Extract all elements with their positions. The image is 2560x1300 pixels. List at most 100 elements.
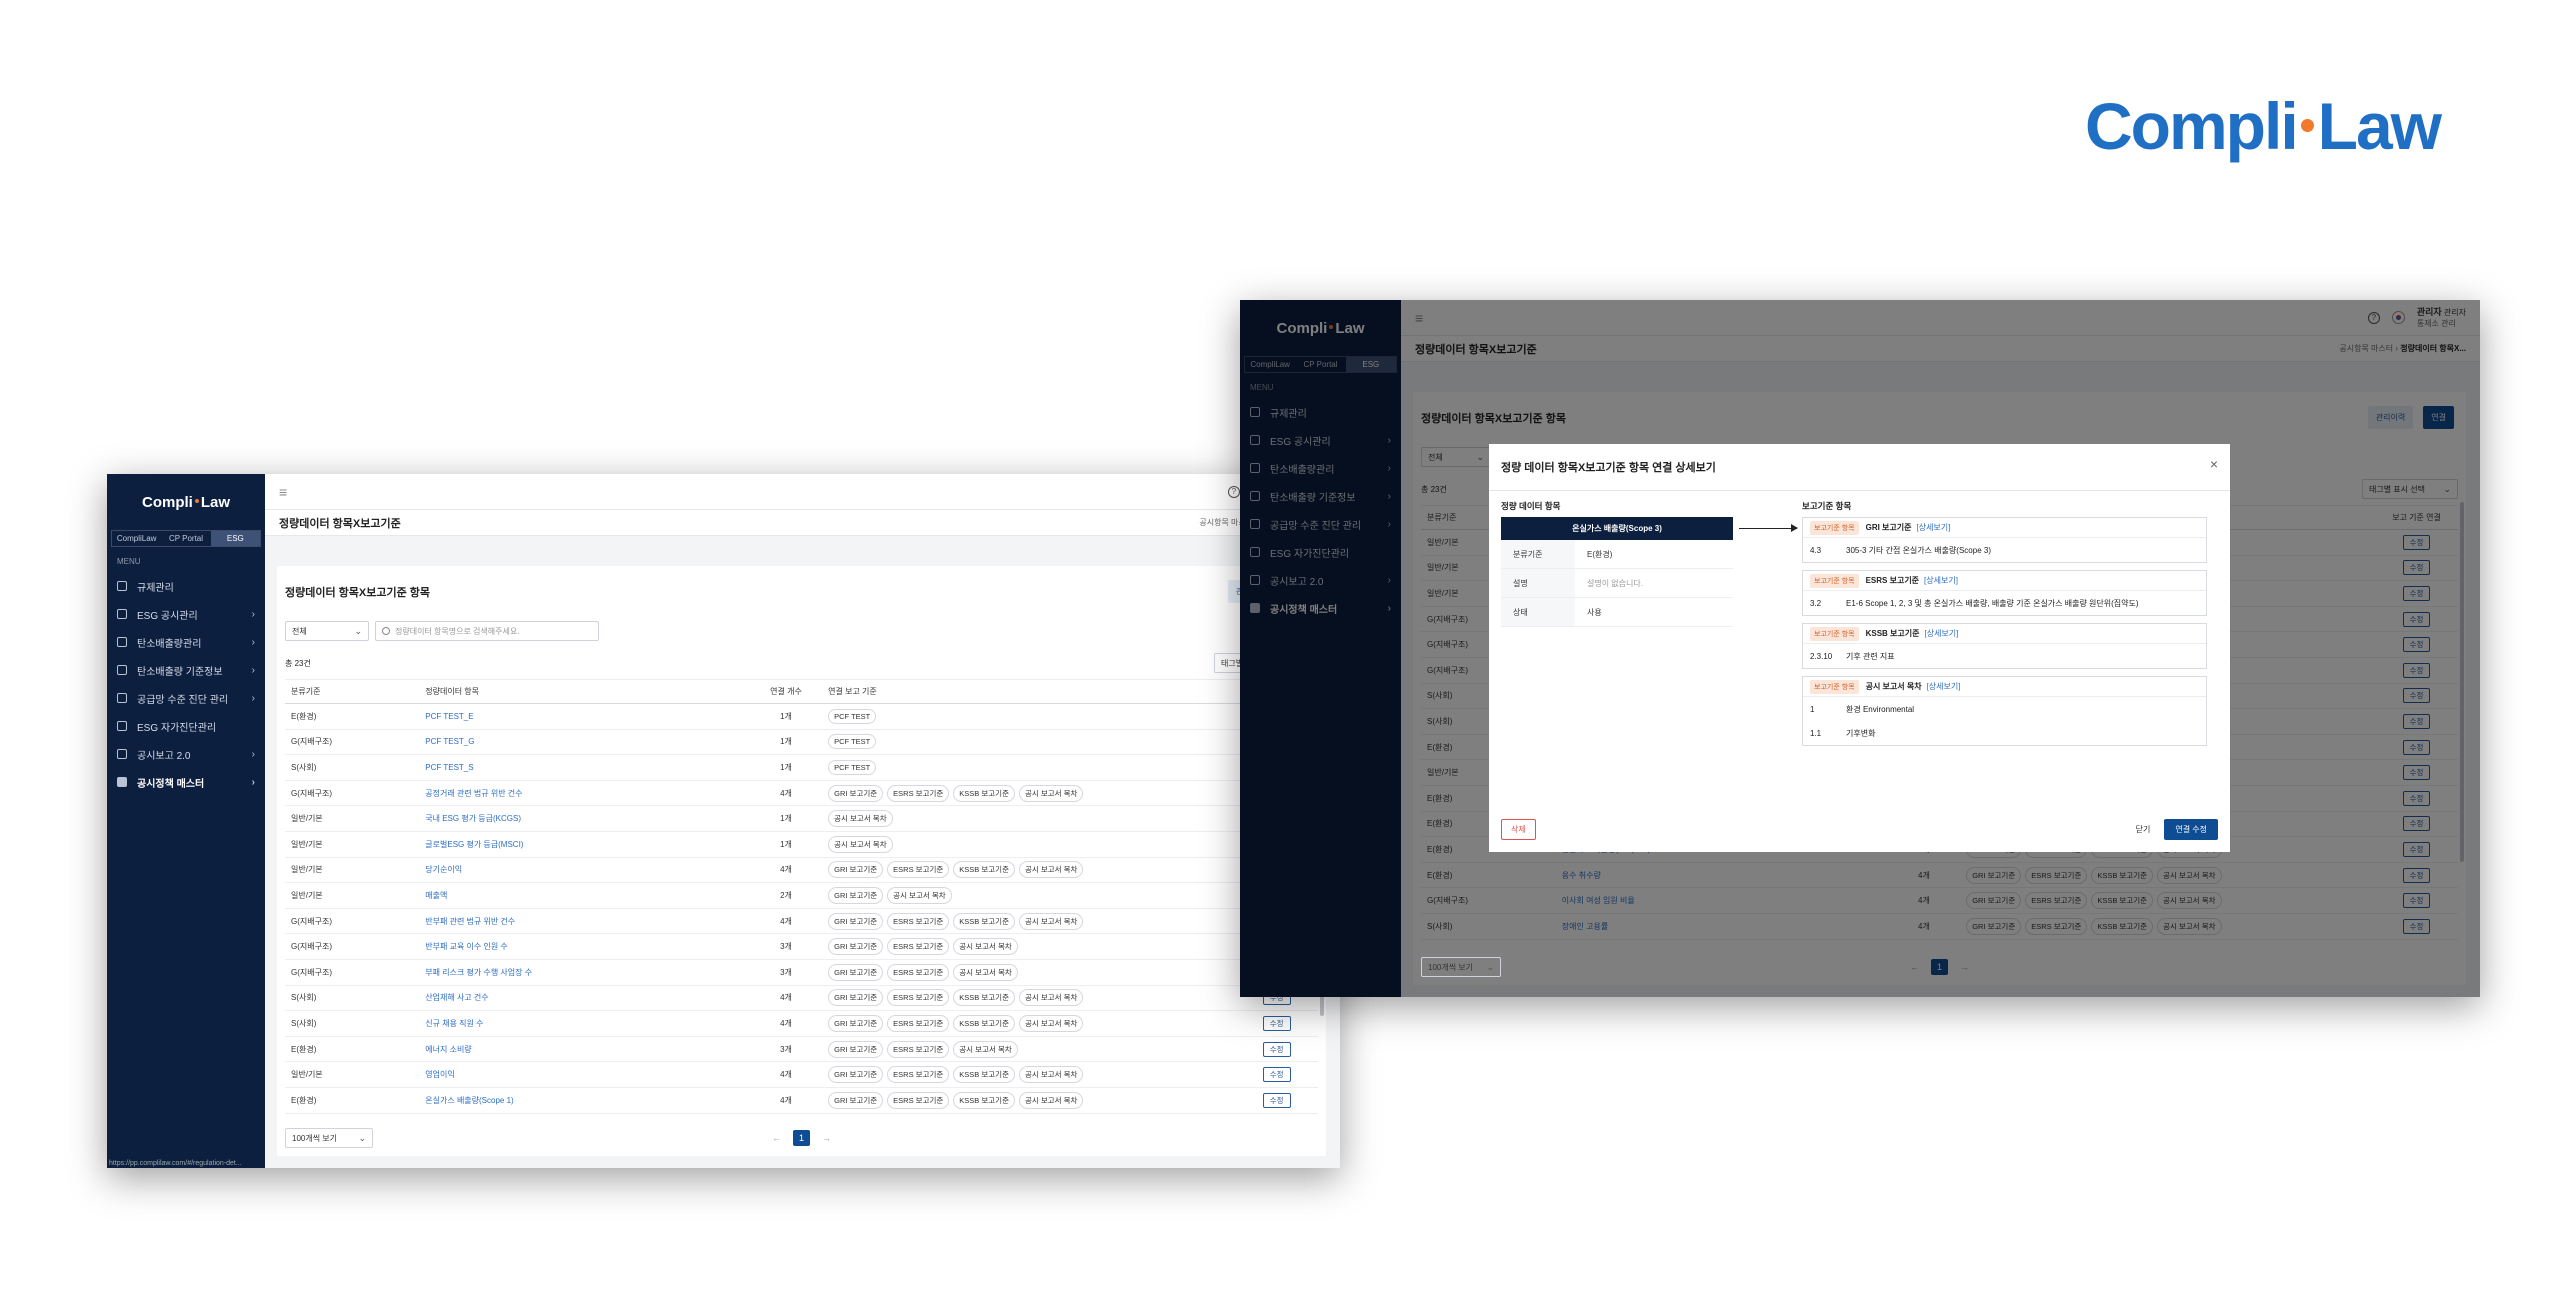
count-cell: 3개 bbox=[749, 959, 823, 986]
sidebar-item-6[interactable]: 공시보고 2.0 › bbox=[107, 740, 265, 768]
prev-page-icon[interactable]: ← bbox=[772, 1133, 781, 1143]
table-row: S(사회) 산업재해 사고 건수 4개 GRI 보고기준 ESRS 보고기준 KSSB 보… bbox=[285, 985, 1318, 1012]
column-header: 정량데이터 항목 bbox=[419, 679, 750, 704]
main-area: ≡?관리자 관리자통제소 관리정량데이터 항목X보고기준공시항목 마스터 › 정… bbox=[265, 474, 1340, 1168]
standards-cell: 공시 보고서 목차 bbox=[822, 805, 1236, 832]
item-link[interactable]: 매출액 bbox=[419, 882, 750, 909]
app-window-modal: CompliLawCompliLawCP PortalESGMENU규제관리ES… bbox=[1240, 300, 2480, 997]
sidebar-item-3[interactable]: 탄소배출량 기준정보 › bbox=[107, 656, 265, 684]
item-link[interactable]: 부패 리스크 평가 수행 사업장 수 bbox=[419, 959, 750, 986]
standard-tag: 공시 보고서 목차 bbox=[1018, 1091, 1084, 1109]
item-link[interactable]: 산업재해 사고 건수 bbox=[419, 985, 750, 1012]
standard-tag: ESRS 보고기준 bbox=[887, 861, 950, 879]
item-link[interactable]: 글로벌ESG 평가 등급(MSCI) bbox=[419, 831, 750, 858]
sidebar-item-7[interactable]: 공시정책 매스터 › bbox=[107, 768, 265, 796]
standard-tag: GRI 보고기준 bbox=[828, 1014, 884, 1032]
count-cell: 1개 bbox=[749, 729, 823, 756]
edit-button[interactable]: 수정 bbox=[1262, 1067, 1291, 1083]
category-cell: S(사회) bbox=[285, 985, 420, 1012]
standard-row: 2.3.10 기후 관련 지표 bbox=[1810, 651, 1895, 661]
detail-link[interactable]: [상세보기] bbox=[1924, 575, 1958, 586]
sidebar-tabs: CompliLawCP PortalESG bbox=[111, 530, 261, 547]
sidebar-tab-2[interactable]: ESG bbox=[210, 531, 260, 546]
sidebar-tab-0[interactable]: CompliLaw bbox=[112, 531, 161, 546]
detail-link[interactable]: [상세보기] bbox=[1927, 681, 1961, 692]
item-link[interactable]: 반부패 교육 이수 인원 수 bbox=[419, 933, 750, 960]
standard-tag: KSSB 보고기준 bbox=[953, 784, 1015, 802]
search-input[interactable]: 정량데이터 항목명으로 검색해주세요. bbox=[375, 621, 599, 641]
edit-button[interactable]: 수정 bbox=[1262, 1092, 1291, 1108]
standard-tag: PCF TEST bbox=[828, 759, 877, 775]
standard-row: 1 환경 Environmental bbox=[1810, 704, 1915, 714]
count-cell: 3개 bbox=[749, 1036, 823, 1063]
standard-tag: ESRS 보고기준 bbox=[887, 963, 950, 981]
item-link[interactable]: 에너지 소비량 bbox=[419, 1036, 750, 1063]
page-number[interactable]: 1 bbox=[792, 1130, 810, 1146]
report-icon bbox=[117, 749, 127, 759]
count-cell: 1개 bbox=[749, 703, 823, 730]
item-link[interactable]: 공정거래 관련 법규 위반 건수 bbox=[419, 780, 750, 807]
item-link[interactable]: 영업이익 bbox=[419, 1061, 750, 1088]
standard-row: 3.2 E1-6 Scope 1, 2, 3 및 총 온실가스 배출량, 배출량 … bbox=[1810, 598, 2139, 608]
arrow-right-icon bbox=[1739, 522, 1798, 534]
category-cell: S(사회) bbox=[285, 1010, 420, 1037]
sidebar-item-0[interactable]: 규제관리 bbox=[107, 572, 265, 600]
sidebar-item-4[interactable]: 공급망 수준 진단 관리 › bbox=[107, 684, 265, 712]
table-row: G(지배구조) 반부패 교육 이수 인원 수 3개 GRI 보고기준 ESRS 보고기준… bbox=[285, 933, 1318, 960]
standards-cell: GRI 보고기준ESRS 보고기준KSSB 보고기준공시 보고서 목차 bbox=[822, 985, 1236, 1012]
item-link[interactable]: 온실가스 배출량(Scope 1) bbox=[419, 1087, 750, 1114]
standard-tag: GRI 보고기준 bbox=[828, 861, 884, 879]
category-select[interactable]: 전체⌄ bbox=[285, 621, 369, 641]
total-count: 총 23건 bbox=[285, 658, 311, 668]
next-page-icon[interactable]: → bbox=[822, 1133, 831, 1143]
item-link[interactable]: 신규 채용 직원 수 bbox=[419, 1010, 750, 1037]
sidebar-item-label: 공시보고 2.0 bbox=[137, 750, 191, 762]
standards-cell: PCF TEST bbox=[822, 729, 1236, 756]
item-link[interactable]: PCF TEST_G bbox=[419, 729, 750, 756]
delete-button[interactable]: 삭제 bbox=[1501, 819, 1536, 840]
close-button[interactable]: 닫기 bbox=[2136, 824, 2151, 835]
menu-header: MENU bbox=[117, 557, 141, 566]
per-page-select[interactable]: 100개씩 보기 ⌄ bbox=[285, 1128, 373, 1148]
standard-tag: GRI 보고기준 bbox=[828, 989, 884, 1007]
sidebar-tab-1[interactable]: CP Portal bbox=[161, 531, 210, 546]
top-bar: ≡?관리자 관리자통제소 관리 bbox=[265, 474, 1340, 510]
detail-link[interactable]: [상세보기] bbox=[1916, 522, 1950, 533]
category-cell: G(지배구조) bbox=[285, 780, 420, 807]
status-url: https://pp.complilaw.com/#/regulation-de… bbox=[107, 1159, 244, 1168]
standards-cell: GRI 보고기준 ESRS 보고기준 공시 보고서 목차 bbox=[822, 959, 1236, 986]
master-icon bbox=[117, 777, 127, 787]
item-link[interactable]: PCF TEST_E bbox=[419, 703, 750, 730]
hamburger-icon[interactable]: ≡ bbox=[279, 484, 287, 500]
item-link[interactable]: 국내 ESG 평가 등급(KCGS) bbox=[419, 805, 750, 832]
item-link[interactable]: PCF TEST_S bbox=[419, 754, 750, 781]
item-link[interactable]: 반부패 관련 법규 위반 건수 bbox=[419, 908, 750, 935]
help-icon[interactable]: ? bbox=[1227, 485, 1240, 498]
per-page-select[interactable]: 100개씩 보기 ⌄ bbox=[1421, 957, 1501, 977]
standard-tag: GRI 보고기준 bbox=[828, 963, 884, 981]
category-cell: G(지배구조) bbox=[285, 908, 420, 935]
standard-tag: 공시 보고서 목차 bbox=[1018, 912, 1084, 930]
standard-badge: 보고기준 항목 bbox=[1810, 626, 1859, 641]
edit-button[interactable]: 수정 bbox=[1262, 1015, 1291, 1031]
section-label: 정량 데이터 항목 bbox=[1501, 501, 1561, 511]
quant-item-panel: 정량 데이터 항목 온실가스 배출량(Scope 3) 분류기준 E(환경) 설명 설명이… bbox=[1501, 500, 1733, 627]
edit-button[interactable]: 수정 bbox=[1262, 1041, 1291, 1057]
standard-tag: 공시 보고서 목차 bbox=[1018, 784, 1084, 802]
showcase-stage: Compli Law Compli Law CompliLaw CP Portal ESG… bbox=[0, 0, 2560, 1300]
sidebar-item-5[interactable]: ESG 자가진단관리 bbox=[107, 712, 265, 740]
count-cell: 1개 bbox=[749, 831, 823, 858]
item-link[interactable]: 당기순이익 bbox=[419, 857, 750, 884]
table-row: G(지배구조) 반부패 관련 법규 위반 건수 4개 GRI 보고기준 ESRS 보고기… bbox=[285, 908, 1318, 935]
sidebar-item-2[interactable]: 탄소배출량관리 › bbox=[107, 628, 265, 656]
sidebar-item-1[interactable]: ESG 공시관리 › bbox=[107, 600, 265, 628]
count-cell: 4개 bbox=[749, 780, 823, 807]
detail-link[interactable]: [상세보기] bbox=[1924, 628, 1958, 639]
standard-tag: GRI 보고기준 bbox=[828, 1091, 884, 1109]
edit-link-button[interactable]: 연결 수정 bbox=[2164, 819, 2218, 840]
standard-badge: 보고기준 항목 bbox=[1810, 573, 1859, 588]
close-icon[interactable]: × bbox=[2210, 457, 2218, 475]
category-cell: 일반/기본 bbox=[285, 857, 420, 884]
standards-cell: GRI 보고기준 ESRS 보고기준 공시 보고서 목차 bbox=[822, 933, 1236, 960]
table-row: G(지배구조) 부패 리스크 평가 수행 사업장 수 3개 GRI 보고기준 ESRS … bbox=[285, 959, 1318, 986]
